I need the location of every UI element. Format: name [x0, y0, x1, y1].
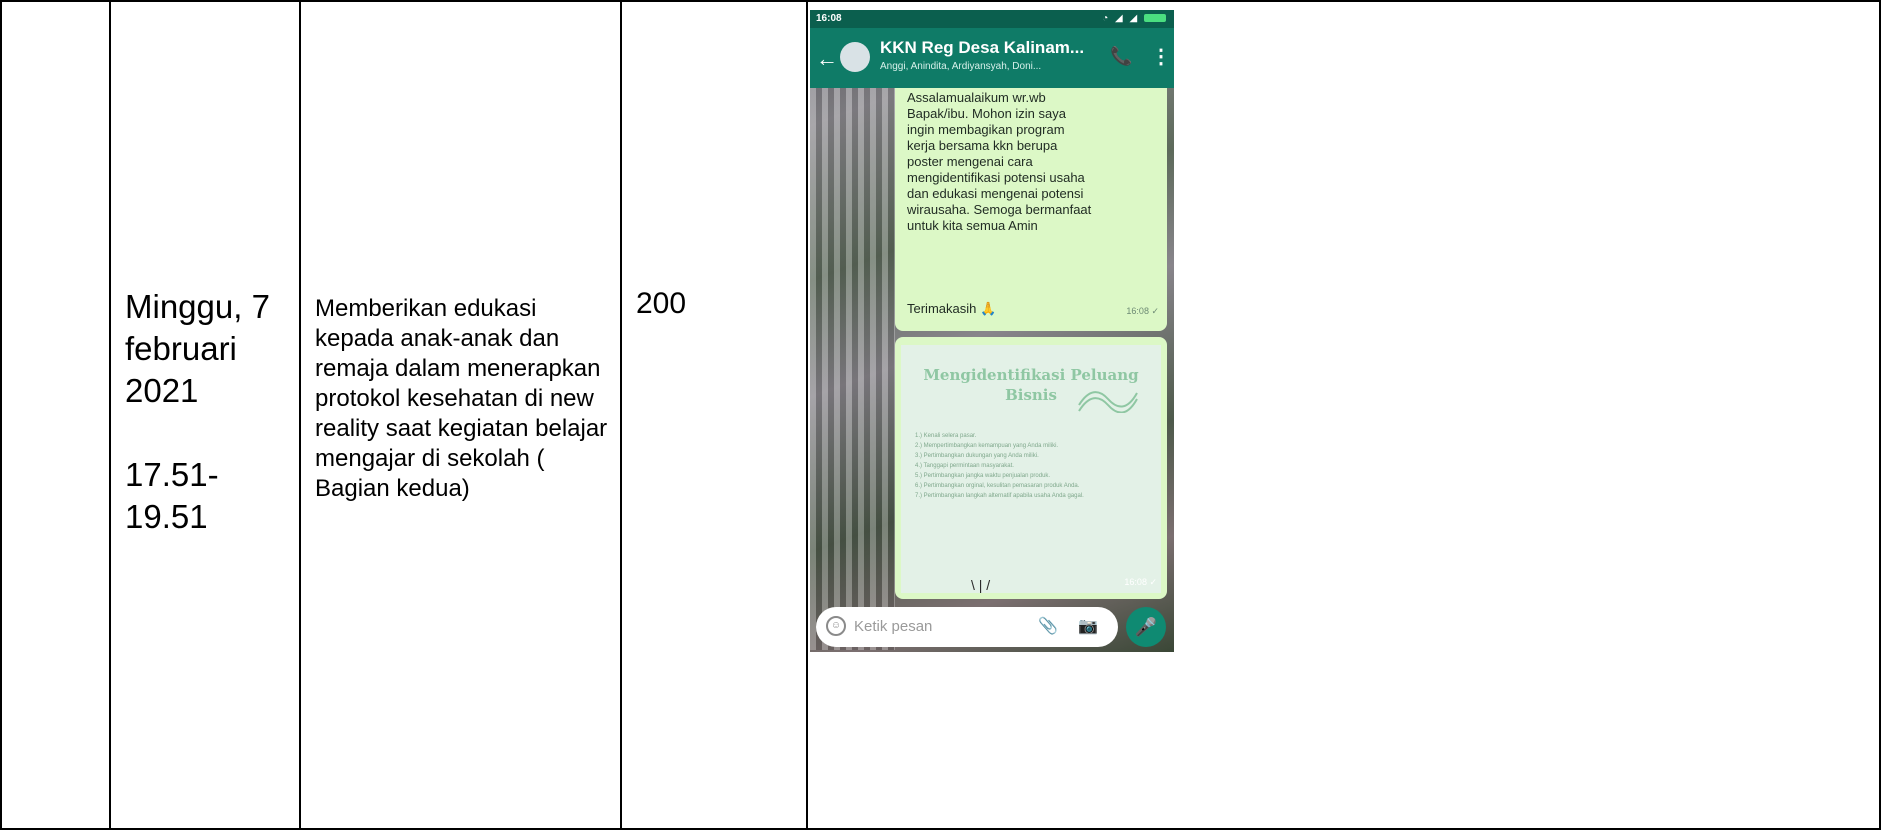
time-line: 17.51- [125, 456, 219, 493]
attachment-icon[interactable]: 📎 [1038, 616, 1058, 636]
more-options-icon[interactable]: ⋮ [1151, 44, 1171, 69]
chat-wallpaper [810, 80, 895, 650]
message-bubble[interactable]: Assalamualaikum wr.wb Bapak/ibu. Mohon i… [895, 88, 1167, 331]
group-avatar[interactable] [840, 42, 870, 72]
chat-header: ← KKN Reg Desa Kalinam... Anggi, Anindit… [810, 28, 1174, 88]
poster-list: 1.) Kenali selera pasar. 2.) Mempertimba… [915, 433, 1084, 499]
message-input-placeholder: Ketik pesan [854, 618, 933, 635]
message-time: 16:08 ✓ [1126, 306, 1159, 316]
add-call-icon[interactable]: 📞 [1110, 46, 1132, 67]
image-message-bubble[interactable]: Mengidentifikasi Peluang Bisnis 1.) Kena… [895, 337, 1167, 599]
status-bar: 16:08 ◔ ◢ ◢ [810, 10, 1174, 28]
date-cell: Minggu, 7 februari 2021 17.51- 19.51 [109, 0, 301, 830]
camera-icon[interactable]: 📷 [1078, 616, 1098, 636]
description-text: Memberikan edukasi kepada anak-anak dan … [315, 295, 608, 502]
time-line: 19.51 [125, 498, 208, 535]
microphone-icon: 🎤 [1134, 617, 1158, 637]
message-input[interactable]: ☺ Ketik pesan 📎 📷 [816, 607, 1118, 647]
microphone-button[interactable]: 🎤 [1126, 607, 1166, 647]
sparkle-icon: \ | / [971, 577, 991, 593]
image-time: 16:08 ✓ [1124, 577, 1157, 587]
message-text: Assalamualaikum wr.wb Bapak/ibu. Mohon i… [907, 90, 1092, 233]
date-line: 2021 [125, 372, 199, 409]
poster-image: Mengidentifikasi Peluang Bisnis 1.) Kena… [901, 345, 1161, 593]
emoji-icon[interactable]: ☺ [826, 616, 846, 636]
group-title[interactable]: KKN Reg Desa Kalinam... [880, 38, 1084, 58]
whatsapp-screenshot: 16:08 ◔ ◢ ◢ ← KKN Reg Desa Kalinam... An… [810, 10, 1174, 652]
group-members: Anggi, Anindita, Ardiyansyah, Doni... [880, 61, 1042, 72]
count-cell: 200 [620, 0, 808, 830]
message-thanks: Terimakasih 🙏 [907, 301, 997, 316]
date-line: Minggu, 7 [125, 288, 270, 325]
wave-decoration-icon [1078, 391, 1138, 413]
number-cell [0, 0, 111, 830]
signal-icons: ◔ ◢ ◢ [1102, 13, 1166, 24]
back-arrow-icon[interactable]: ← [816, 46, 838, 72]
battery-icon [1144, 14, 1166, 23]
participant-count: 200 [636, 287, 687, 320]
status-time: 16:08 [816, 13, 842, 24]
date-line: februari [125, 330, 237, 367]
description-cell: Memberikan edukasi kepada anak-anak dan … [299, 0, 622, 830]
